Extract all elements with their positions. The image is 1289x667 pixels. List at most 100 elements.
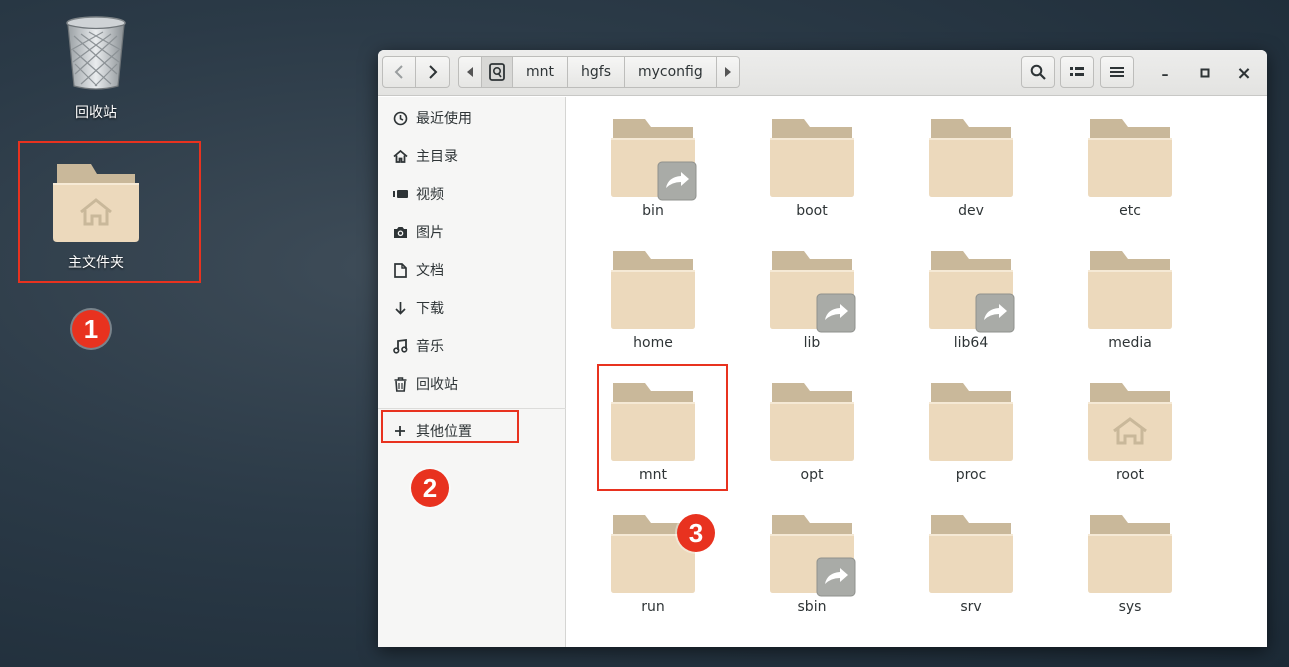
folder-icon: [611, 251, 695, 329]
sidebar-item-videos[interactable]: 视频: [378, 175, 566, 213]
chevron-left-icon: [394, 65, 403, 79]
forward-button[interactable]: [416, 56, 450, 88]
sidebar-item-pictures[interactable]: 图片: [378, 213, 566, 251]
list-view-icon: [1070, 67, 1084, 76]
sidebar-item-label: 视频: [416, 187, 444, 203]
download-icon: [391, 299, 409, 317]
symlink-arrow-icon: [975, 293, 1015, 333]
search-icon: [1030, 64, 1046, 80]
path-segment-mnt[interactable]: mnt: [513, 56, 568, 88]
file-item-label: bin: [642, 203, 664, 219]
search-button[interactable]: [1021, 56, 1055, 88]
header-bar: mnt hgfs myconfig – ×: [378, 50, 1267, 96]
close-button[interactable]: ×: [1235, 63, 1253, 84]
path-segment-hgfs[interactable]: hgfs: [568, 56, 625, 88]
file-item-label: sys: [1118, 599, 1142, 615]
trash-icon: [391, 375, 409, 393]
path-segment-myconfig[interactable]: myconfig: [624, 56, 717, 88]
desktop-trash-label: 回收站: [75, 105, 117, 121]
sidebar-item-label: 图片: [416, 225, 444, 241]
sidebar-item-recent[interactable]: 最近使用: [378, 99, 566, 137]
file-item-sys[interactable]: sys: [1070, 513, 1190, 615]
file-item-label: proc: [955, 467, 987, 483]
sidebar-separator: [378, 408, 566, 409]
file-item-bin[interactable]: bin: [593, 117, 713, 219]
file-item-proc[interactable]: proc: [911, 381, 1031, 483]
folder-icon: [929, 119, 1013, 197]
sidebar-item-downloads[interactable]: 下载: [378, 289, 566, 327]
file-item-label: etc: [1119, 203, 1141, 219]
file-item-boot[interactable]: boot: [752, 117, 872, 219]
sidebar-item-label: 主目录: [416, 149, 458, 165]
path-bar: mnt hgfs myconfig: [458, 56, 740, 88]
maximize-button[interactable]: [1196, 64, 1214, 82]
file-item-root[interactable]: root: [1070, 381, 1190, 483]
file-item-label: dev: [958, 203, 984, 219]
sidebar-item-label: 回收站: [416, 377, 458, 393]
symlink-arrow-icon: [657, 161, 697, 201]
desktop-trash[interactable]: 回收站: [50, 14, 142, 122]
sidebar-item-label: 文档: [416, 263, 444, 279]
path-root-button[interactable]: [482, 56, 513, 88]
home-icon: [391, 147, 409, 165]
trash-can-icon: [66, 16, 126, 90]
file-item-opt[interactable]: opt: [752, 381, 872, 483]
folder-icon: [929, 383, 1013, 461]
file-item-label: lib: [803, 335, 821, 351]
file-item-label: srv: [960, 599, 982, 615]
sidebar-item-trash[interactable]: 回收站: [378, 365, 566, 403]
file-item-home[interactable]: home: [593, 249, 713, 351]
sidebar-item-home[interactable]: 主目录: [378, 137, 566, 175]
sidebar: 最近使用 主目录 视频 图片 文档 下载 音乐 回收站 其他位置: [378, 97, 566, 647]
folder-icon: [770, 383, 854, 461]
hamburger-icon: [1110, 67, 1124, 77]
sidebar-item-documents[interactable]: 文档: [378, 251, 566, 289]
folder-icon: [929, 515, 1013, 593]
view-toggle-button[interactable]: [1060, 56, 1094, 88]
clock-icon: [391, 109, 409, 127]
sidebar-item-label: 最近使用: [416, 111, 472, 127]
menu-button[interactable]: [1100, 56, 1134, 88]
annotation-number-3: 3: [677, 514, 715, 552]
file-item-label: boot: [796, 203, 828, 219]
file-item-label: lib64: [953, 335, 989, 351]
file-item-dev[interactable]: dev: [911, 117, 1031, 219]
path-scroll-left-button[interactable]: [458, 56, 482, 88]
annotation-number-2: 2: [411, 469, 449, 507]
file-item-lib[interactable]: lib: [752, 249, 872, 351]
file-item-label: run: [641, 599, 665, 615]
file-item-label: root: [1115, 467, 1145, 483]
annotation-box-mnt: [597, 364, 728, 491]
back-button[interactable]: [382, 56, 416, 88]
file-item-etc[interactable]: etc: [1070, 117, 1190, 219]
folder-icon: [1088, 515, 1172, 593]
drive-icon: [489, 63, 505, 81]
nav-buttons: [382, 56, 450, 88]
annotation-box-other-locations: [381, 410, 519, 443]
music-icon: [391, 337, 409, 355]
maximize-icon: [1200, 68, 1210, 78]
file-item-media[interactable]: media: [1070, 249, 1190, 351]
file-item-sbin[interactable]: sbin: [752, 513, 872, 615]
camera-icon: [391, 223, 409, 241]
symlink-arrow-icon: [816, 557, 856, 597]
file-item-srv[interactable]: srv: [911, 513, 1031, 615]
symlink-arrow-icon: [816, 293, 856, 333]
sidebar-item-label: 下载: [416, 301, 444, 317]
triangle-right-icon: [724, 67, 731, 77]
minimize-button[interactable]: –: [1156, 66, 1174, 84]
file-item-lib64[interactable]: lib64: [911, 249, 1031, 351]
document-icon: [391, 261, 409, 279]
sidebar-item-label: 音乐: [416, 339, 444, 355]
folder-icon: [770, 119, 854, 197]
file-item-label: sbin: [797, 599, 827, 615]
file-item-label: home: [633, 335, 673, 351]
chevron-right-icon: [428, 65, 437, 79]
file-item-label: opt: [800, 467, 824, 483]
annotation-number-1: 1: [72, 310, 110, 348]
path-scroll-right-button[interactable]: [716, 56, 740, 88]
sidebar-item-music[interactable]: 音乐: [378, 327, 566, 365]
home-folder-icon: [1088, 383, 1172, 461]
file-manager-window: mnt hgfs myconfig – × 最近使用 主目录 视频 图片 文档 …: [378, 50, 1267, 647]
folder-icon: [1088, 251, 1172, 329]
